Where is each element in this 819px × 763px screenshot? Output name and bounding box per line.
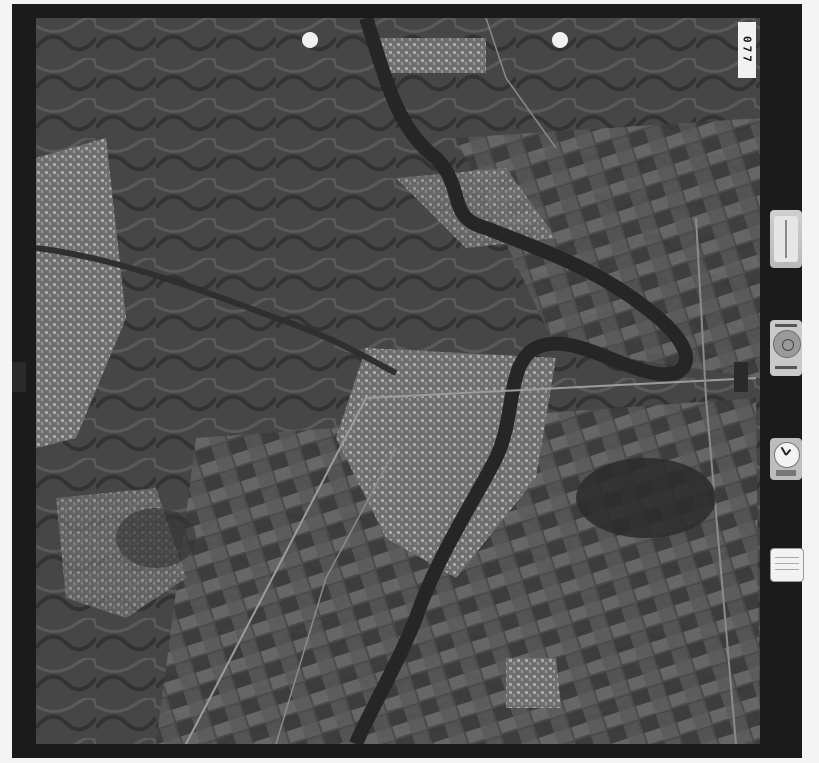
altimeter-dial [774,216,798,262]
data-card-icon [770,548,804,582]
aerial-photo [36,18,760,744]
frame-number-text: 077 [740,35,754,65]
clock-icon [770,438,802,480]
fiducial-mark [302,32,318,48]
data-card-line [775,563,799,564]
aerial-terrain [36,18,760,744]
frame-number-label: 077 [738,22,756,78]
fiducial-notch-right [734,362,748,392]
level-ring [773,330,801,358]
woodland-patch [116,508,196,568]
level-bubble-icon [770,320,802,376]
fiducial-notch-left [12,362,26,392]
level-mark-top [775,324,797,327]
fiducial-mark [552,32,568,48]
data-card-line [775,569,799,570]
level-mark-bottom [775,366,797,369]
south-industrial-zone [506,658,561,708]
clock-base [776,470,796,476]
film-frame: 077 [12,4,802,758]
industrial-zone [376,38,486,73]
altimeter-icon [770,210,802,268]
dark-woodland [576,458,716,538]
data-card-line [775,557,799,558]
